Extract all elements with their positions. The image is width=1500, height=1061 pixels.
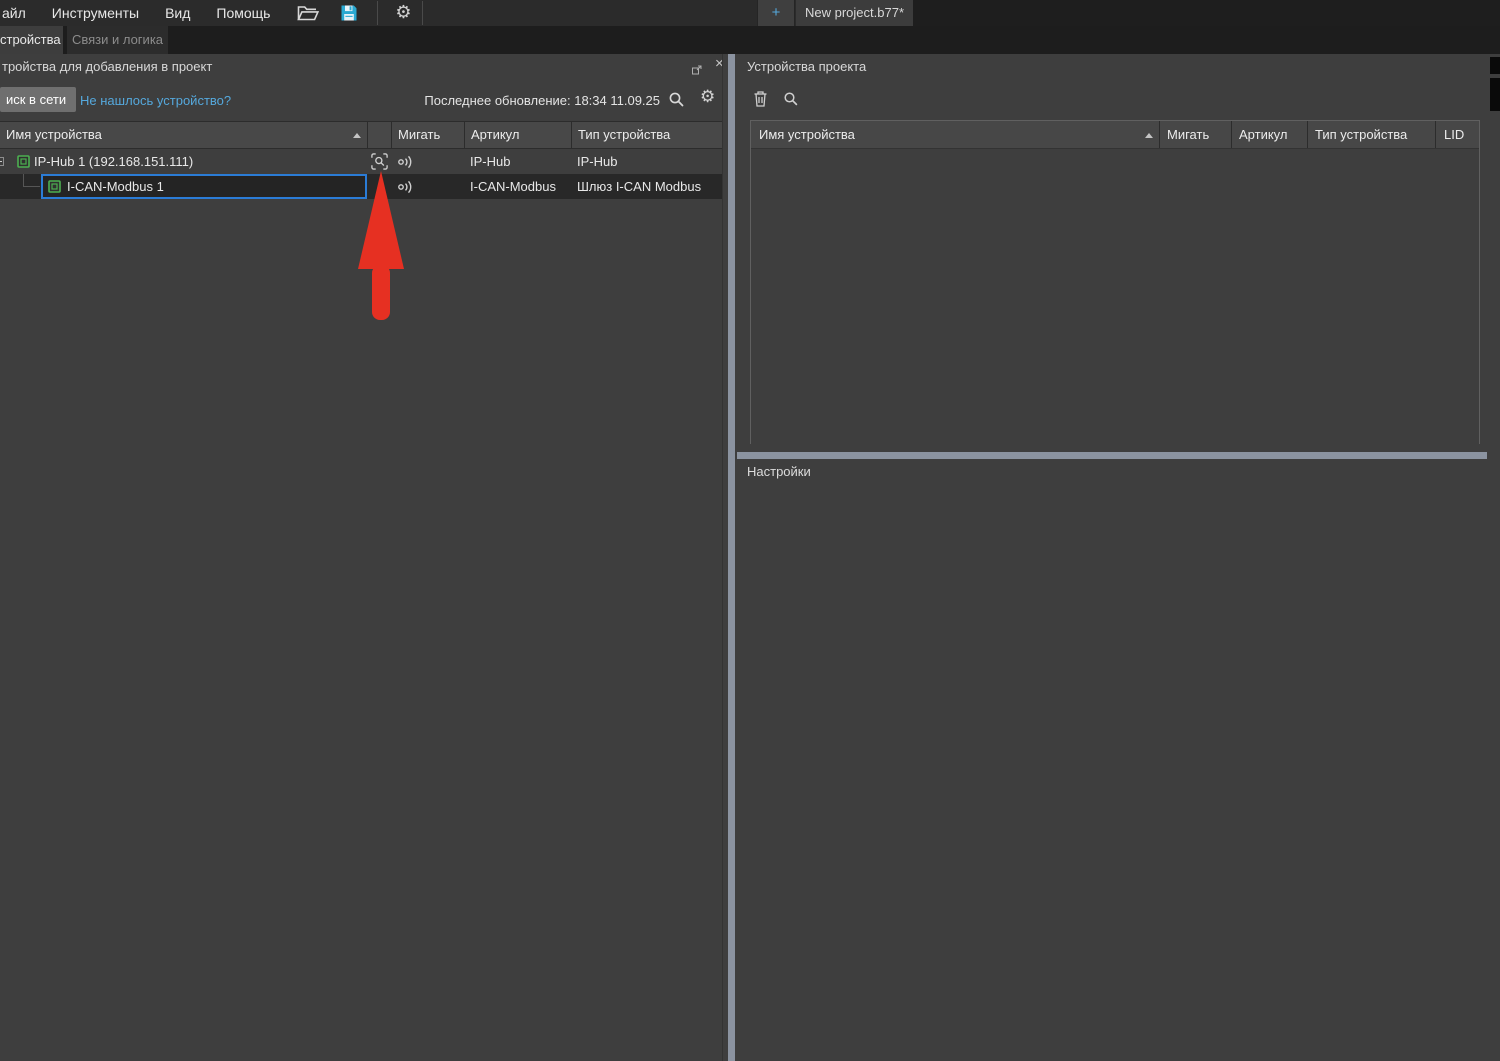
update-settings-gear-icon[interactable]: ⚙ <box>700 87 715 107</box>
window-edge-strip <box>1490 57 1500 74</box>
menu-view[interactable]: Вид <box>152 0 203 26</box>
column-header-blink[interactable]: Мигать <box>1159 121 1231 148</box>
close-panel-icon[interactable]: × <box>715 56 723 72</box>
menu-tools[interactable]: Инструменты <box>39 0 152 26</box>
device-not-found-link[interactable]: Не нашлось устройство? <box>80 93 231 108</box>
search-in-network-button[interactable]: иск в сети <box>0 87 76 112</box>
tree-connector-line <box>23 174 40 187</box>
menu-file[interactable]: айл <box>0 0 39 26</box>
project-devices-table-header: Имя устройства Мигать Артикул Тип устрой… <box>751 121 1479 149</box>
tab-devices[interactable]: стройства <box>0 26 63 54</box>
annotation-arrow <box>356 168 406 323</box>
save-icon[interactable] <box>335 0 363 26</box>
open-folder-icon[interactable] <box>293 0 323 26</box>
main-area: тройства для добавления в проект × иск в… <box>0 54 1500 1061</box>
selected-device-cell[interactable]: I-CAN-Modbus 1 <box>41 174 367 199</box>
found-devices-table-header: Имя устройства Мигать Артикул Тип устрой… <box>0 121 722 149</box>
devices-to-add-panel: тройства для добавления в проект × иск в… <box>0 54 723 1061</box>
column-header-article[interactable]: Артикул <box>464 122 571 148</box>
column-header-lid[interactable]: LID <box>1435 121 1479 148</box>
device-name: IP-Hub 1 (192.168.151.111) <box>34 149 193 174</box>
titlebar-empty-area <box>913 0 1500 26</box>
tree-collapse-toggle[interactable] <box>0 157 4 166</box>
device-type: IP-Hub <box>577 154 617 169</box>
horizontal-splitter[interactable] <box>737 452 1487 459</box>
sort-ascending-icon <box>1145 133 1153 138</box>
column-header-scan[interactable] <box>367 122 391 148</box>
column-header-device-name[interactable]: Имя устройства <box>751 121 1159 148</box>
undock-panel-icon[interactable] <box>692 62 702 80</box>
column-header-article[interactable]: Артикул <box>1231 121 1307 148</box>
column-header-device-type[interactable]: Тип устройства <box>1307 121 1435 148</box>
device-article: I-CAN-Modbus <box>470 179 556 194</box>
column-header-device-type[interactable]: Тип устройства <box>571 122 722 148</box>
project-devices-table-body <box>751 149 1479 444</box>
search-icon[interactable] <box>668 91 685 113</box>
delete-device-icon[interactable] <box>753 90 768 112</box>
last-update-label: Последнее обновление: 18:34 11.09.25 <box>424 93 660 108</box>
sort-ascending-icon <box>353 133 361 138</box>
project-devices-panel: Устройства проекта Имя устройства Миг <box>737 54 1500 1061</box>
toolbar-separator <box>377 1 378 25</box>
device-type: Шлюз I-CAN Modbus <box>577 179 701 194</box>
device-module-icon <box>48 180 61 196</box>
device-name: I-CAN-Modbus 1 <box>67 176 164 197</box>
window-edge-strip <box>1490 78 1500 111</box>
settings-gear-icon[interactable]: ⚙ <box>390 0 416 26</box>
title-bar: айл Инструменты Вид Помощь ⚙ + New proje… <box>0 0 1500 26</box>
project-devices-table: Имя устройства Мигать Артикул Тип устрой… <box>750 120 1480 444</box>
column-header-device-name[interactable]: Имя устройства <box>0 122 367 148</box>
new-project-tab-button[interactable]: + <box>757 0 795 26</box>
search-project-devices-icon[interactable] <box>783 91 799 112</box>
settings-section-title: Настройки <box>747 464 811 479</box>
column-header-blink[interactable]: Мигать <box>391 122 464 148</box>
view-tab-strip: стройства Связи и логика <box>0 26 1500 54</box>
device-module-icon <box>17 155 30 171</box>
toolbar-separator <box>422 1 423 25</box>
left-panel-title: тройства для добавления в проект <box>2 59 212 74</box>
tab-links-logic[interactable]: Связи и логика <box>67 26 168 54</box>
project-tab[interactable]: New project.b77* <box>796 0 913 26</box>
device-article: IP-Hub <box>470 154 510 169</box>
vertical-splitter[interactable] <box>728 54 735 1061</box>
menu-help[interactable]: Помощь <box>203 0 283 26</box>
right-panel-title: Устройства проекта <box>747 59 866 74</box>
